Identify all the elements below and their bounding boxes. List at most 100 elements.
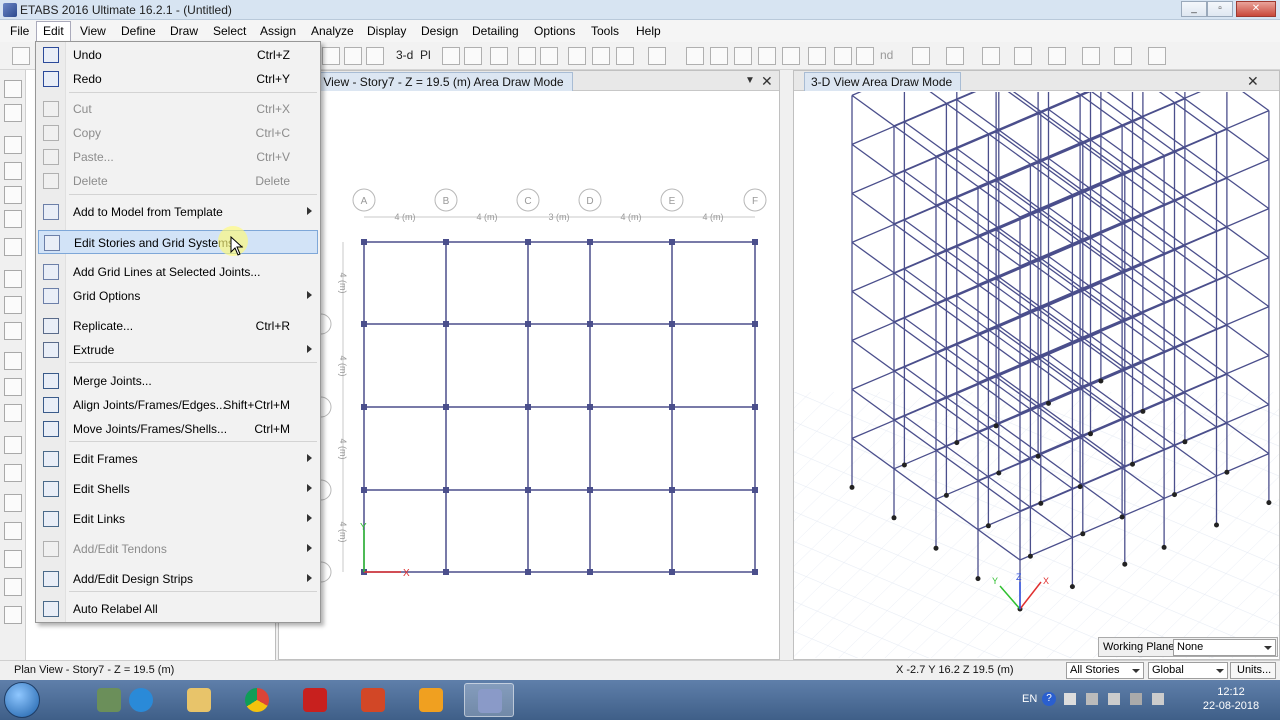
edit-menu-item-align-joints-frames-edges[interactable]: Align Joints/Frames/Edges... Shift+Ctrl+M (38, 393, 318, 417)
edit-menu-item-add-edit-design-strips[interactable]: Add/Edit Design Strips (38, 567, 318, 591)
column-icon[interactable] (1014, 47, 1032, 65)
maximize-button[interactable]: ▫ (1207, 1, 1233, 17)
menu-design[interactable]: Design (417, 23, 462, 39)
units-button[interactable]: Units... (1230, 662, 1276, 679)
draw-column-tool-icon[interactable] (4, 186, 22, 204)
edit-menu-item-add-edit-tendons[interactable]: Add/Edit Tendons (38, 537, 318, 561)
clock[interactable]: 12:12 22-08-2018 (1196, 685, 1266, 713)
edit-menu-item-edit-links[interactable]: Edit Links (38, 507, 318, 531)
check-icon[interactable] (592, 47, 610, 65)
taskbar-acrobat[interactable] (290, 683, 340, 717)
text-icon[interactable] (912, 47, 930, 65)
menu-display[interactable]: Display (363, 23, 410, 39)
move-up-icon[interactable] (518, 47, 536, 65)
edit-menu-item-merge-joints[interactable]: Merge Joints... (38, 369, 318, 393)
draw-area-icon[interactable] (808, 47, 826, 65)
new-model-icon[interactable] (12, 47, 30, 65)
menu-view[interactable]: View (76, 23, 110, 39)
edit-menu-item-add-to-model-from-template[interactable]: Add to Model from Template (38, 200, 318, 224)
menu-edit[interactable]: Edit (36, 21, 71, 42)
edit-menu-item-grid-options[interactable]: Grid Options (38, 284, 318, 308)
minimize-button[interactable]: _ (1181, 1, 1207, 17)
flag-icon[interactable] (1064, 693, 1076, 705)
draw-rectangle-icon[interactable] (4, 296, 22, 314)
menu-detailing[interactable]: Detailing (468, 23, 523, 39)
draw-slab-icon[interactable] (834, 47, 852, 65)
draw-brace-icon[interactable] (758, 47, 776, 65)
draw-beam-tool-icon[interactable] (4, 162, 22, 180)
edit-menu-item-add-grid-lines-at-selected-joints[interactable]: Add Grid Lines at Selected Joints... (38, 260, 318, 284)
edit-menu-item-edit-stories-and-grid-systems[interactable]: Edit Stories and Grid Systems... (38, 230, 318, 254)
layout-icon[interactable] (1148, 47, 1166, 65)
menu-help[interactable]: Help (632, 23, 665, 39)
draw-section-cut-icon[interactable] (4, 378, 22, 396)
draw-grid-icon[interactable] (4, 464, 22, 482)
view-3d-button[interactable]: 3-d (396, 48, 413, 62)
working-plane-select[interactable]: None (1173, 639, 1276, 656)
line-style-icon[interactable] (1048, 47, 1066, 65)
language-indicator[interactable]: EN (1022, 693, 1037, 705)
edit-menu-item-copy[interactable]: Copy Ctrl+C (38, 121, 318, 145)
plan-view-close-icon[interactable]: ✕ (761, 73, 773, 90)
menu-options[interactable]: Options (530, 23, 579, 39)
draw-opening-tool-icon[interactable] (4, 352, 22, 370)
start-button[interactable] (4, 682, 40, 718)
edit-menu-item-redo[interactable]: Redo Ctrl+Y (38, 67, 318, 91)
object-shrink-icon[interactable] (616, 47, 634, 65)
plan-view-tab[interactable]: Plan View - Story7 - Z = 19.5 (m) Area D… (289, 72, 573, 91)
extrude-view-icon[interactable] (648, 47, 666, 65)
3d-view-canvas[interactable]: X Y Z (794, 92, 1279, 658)
edit-menu-item-auto-relabel-all[interactable]: Auto Relabel All (38, 597, 318, 621)
tray-icon-1[interactable] (1108, 693, 1120, 705)
menu-select[interactable]: Select (209, 23, 250, 39)
rubber-zoom-icon[interactable] (322, 47, 340, 65)
edit-menu-item-delete[interactable]: Delete Delete (38, 169, 318, 193)
draw-area-tool-icon[interactable] (4, 322, 22, 340)
menu-define[interactable]: Define (117, 23, 160, 39)
taskbar-media[interactable] (406, 683, 456, 717)
close-button[interactable]: ✕ (1236, 1, 1276, 17)
volume-icon[interactable] (1152, 693, 1164, 705)
draw-tendon-icon[interactable] (4, 436, 22, 454)
taskbar-explorer[interactable] (174, 683, 224, 717)
elevation-view-icon[interactable] (442, 47, 460, 65)
plan-view-button[interactable]: Pl (420, 48, 431, 62)
menu-draw[interactable]: Draw (166, 23, 202, 39)
plan-view-dropdown-icon[interactable]: ▼ (745, 75, 755, 86)
paint-icon[interactable] (1114, 47, 1132, 65)
3d-view-tab[interactable]: 3-D View Area Draw Mode (804, 72, 962, 91)
snap-ps-icon[interactable] (4, 578, 22, 596)
draw-link-icon[interactable] (4, 404, 22, 422)
draw-frame-icon[interactable] (686, 47, 704, 65)
taskbar-powerpoint[interactable] (348, 683, 398, 717)
snap-clr-icon[interactable] (4, 606, 22, 624)
3d-view-pane[interactable]: 3-D View Area Draw Mode ✕ X Y Z (793, 70, 1280, 660)
edit-menu-item-cut[interactable]: Cut Ctrl+X (38, 97, 318, 121)
coord-system-select[interactable]: Global (1148, 662, 1228, 679)
set-display-icon[interactable] (490, 47, 508, 65)
draw-opening-icon[interactable] (856, 47, 874, 65)
edit-menu-item-undo[interactable]: Undo Ctrl+Z (38, 43, 318, 67)
plan-view-pane[interactable]: Plan View - Story7 - Z = 19.5 (m) Area D… (278, 70, 780, 660)
window-icon[interactable] (1082, 47, 1100, 65)
network-icon[interactable] (1086, 693, 1098, 705)
tray-icon-2[interactable] (1130, 693, 1142, 705)
draw-strip-icon[interactable] (4, 494, 22, 512)
taskbar-etabs[interactable] (464, 683, 514, 717)
rotate-view-icon[interactable] (464, 47, 482, 65)
draw-wall-tool-icon[interactable] (4, 238, 22, 256)
draw-wall-icon[interactable] (782, 47, 800, 65)
edit-menu-item-edit-shells[interactable]: Edit Shells (38, 477, 318, 501)
stories-select[interactable]: All Stories (1066, 662, 1144, 679)
draw-brace-tool-icon[interactable] (4, 210, 22, 228)
zoom-fit-icon[interactable] (344, 47, 362, 65)
select-all-icon[interactable] (568, 47, 586, 65)
menu-file[interactable]: File (6, 23, 33, 39)
reshape-icon[interactable] (4, 104, 22, 122)
draw-dimension-icon[interactable] (4, 522, 22, 540)
nd-label[interactable]: nd (880, 48, 893, 62)
dimension-icon[interactable] (946, 47, 964, 65)
edit-menu-item-replicate[interactable]: Replicate... Ctrl+R (38, 314, 318, 338)
edit-menu-item-edit-frames[interactable]: Edit Frames (38, 447, 318, 471)
plan-view-canvas[interactable]: A B C D E F 4 (m) 4 (m) 3 (m) 4 (m) 4 (m… (279, 92, 779, 658)
